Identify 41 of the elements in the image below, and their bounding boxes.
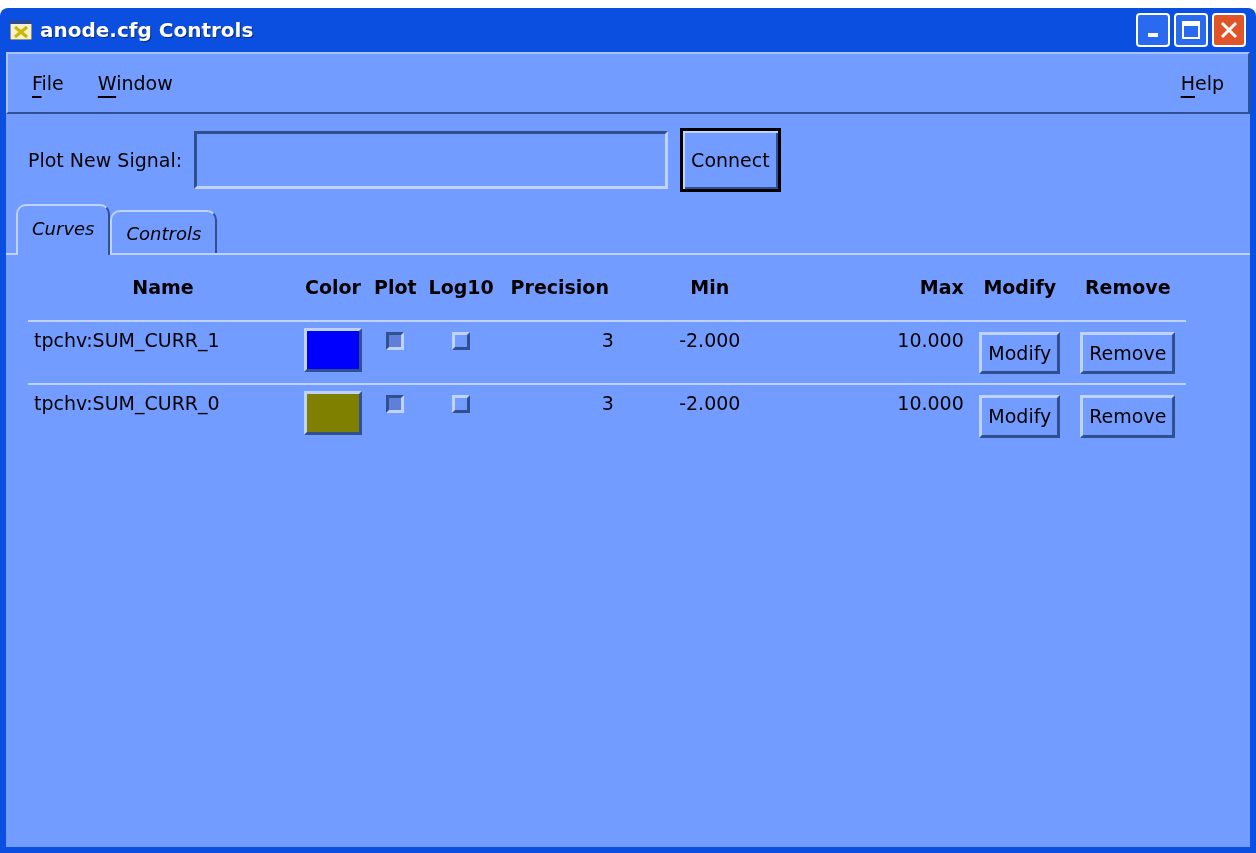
precision-value: 3 bbox=[601, 392, 614, 414]
min-value: -2.000 bbox=[679, 392, 741, 414]
minimize-icon bbox=[1148, 33, 1158, 37]
remove-button[interactable]: Remove bbox=[1080, 331, 1176, 374]
signal-name: tpchv:SUM_CURR_1 bbox=[34, 328, 220, 351]
min-value: -2.000 bbox=[679, 328, 741, 351]
modify-button[interactable]: Modify bbox=[979, 331, 1061, 374]
column-header: Precision bbox=[499, 269, 620, 321]
max-value: 10.000 bbox=[897, 328, 964, 351]
column-header: Log10 bbox=[422, 269, 500, 321]
window-title: anode.cfg Controls bbox=[40, 17, 254, 44]
checkbox[interactable] bbox=[386, 331, 405, 350]
minimize-button[interactable] bbox=[1136, 13, 1170, 47]
menu-item[interactable]: File bbox=[32, 68, 64, 98]
precision-value: 3 bbox=[601, 328, 614, 351]
maximize-icon bbox=[1181, 20, 1201, 40]
checkbox[interactable] bbox=[386, 395, 405, 413]
column-header: Min bbox=[619, 269, 800, 321]
app-icon bbox=[10, 20, 32, 40]
color-swatch[interactable] bbox=[304, 327, 362, 372]
column-header: Remove bbox=[1069, 269, 1186, 321]
close-icon bbox=[1219, 20, 1239, 40]
tab[interactable]: Controls bbox=[110, 210, 218, 253]
close-button[interactable] bbox=[1212, 13, 1246, 47]
signal-name: tpchv:SUM_CURR_0 bbox=[34, 392, 220, 414]
modify-button[interactable]: Modify bbox=[979, 395, 1061, 438]
connect-button[interactable]: Connect bbox=[680, 128, 781, 192]
column-header: Plot bbox=[368, 269, 423, 321]
menu-item[interactable]: Help bbox=[1180, 68, 1224, 98]
column-header: Max bbox=[799, 269, 970, 321]
column-header: Name bbox=[28, 269, 298, 321]
remove-button[interactable]: Remove bbox=[1080, 395, 1176, 438]
column-header: Color bbox=[298, 269, 368, 321]
tab[interactable]: Curves bbox=[16, 204, 111, 255]
column-header: Modify bbox=[969, 269, 1070, 321]
signal-label: Plot New Signal: bbox=[28, 147, 183, 173]
menu-item[interactable]: Window bbox=[97, 68, 173, 98]
max-value: 10.000 bbox=[897, 392, 964, 414]
signal-input-field[interactable] bbox=[194, 131, 669, 189]
color-swatch[interactable] bbox=[304, 391, 362, 435]
maximize-button[interactable] bbox=[1174, 13, 1208, 47]
